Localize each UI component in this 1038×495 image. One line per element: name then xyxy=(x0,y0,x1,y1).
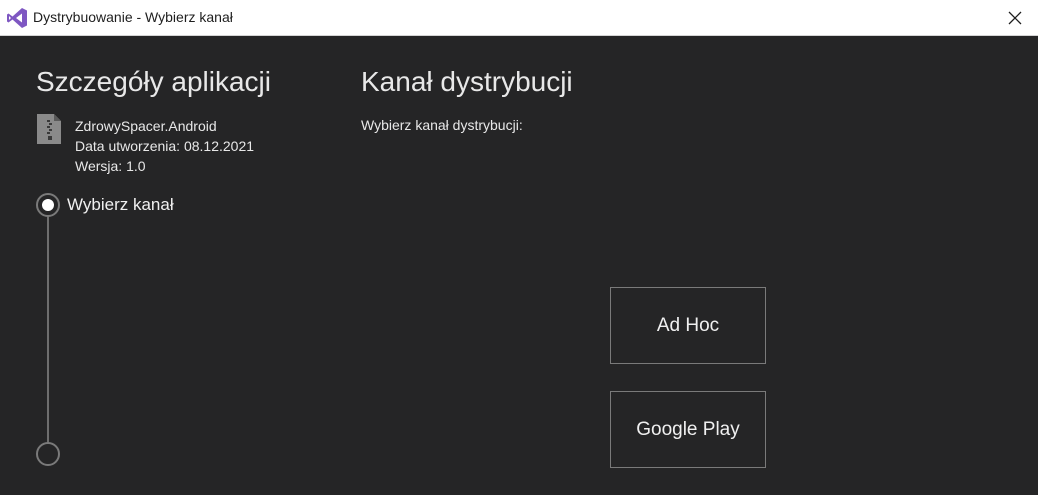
window-title: Dystrybuowanie - Wybierz kanał xyxy=(33,9,233,25)
step-indicator-pending xyxy=(36,442,60,466)
distribute-dialog: Dystrybuowanie - Wybierz kanał Szczegóły… xyxy=(0,0,1038,495)
zip-file-icon xyxy=(37,114,61,144)
step-indicator-active xyxy=(36,193,60,217)
channel-prompt: Wybierz kanał dystrybucji: xyxy=(361,117,523,133)
google-play-button[interactable]: Google Play xyxy=(610,391,766,468)
step-active-dot xyxy=(42,199,54,211)
distribution-channel-heading: Kanał dystrybucji xyxy=(361,66,573,97)
app-name: ZdrowySpacer.Android xyxy=(75,118,217,134)
visual-studio-icon xyxy=(7,8,27,28)
close-button[interactable] xyxy=(992,0,1038,35)
app-info: ZdrowySpacer.Android Data utworzenia: 08… xyxy=(75,116,254,176)
ad-hoc-button[interactable]: Ad Hoc xyxy=(610,287,766,364)
app-details-heading: Szczegóły aplikacji xyxy=(36,66,271,97)
app-created-date: Data utworzenia: 08.12.2021 xyxy=(75,138,255,154)
step-label-choose-channel: Wybierz kanał xyxy=(67,195,174,214)
step-connector xyxy=(47,215,49,443)
close-icon xyxy=(1008,11,1022,24)
app-version: Wersja: 1.0 xyxy=(75,158,146,174)
title-bar: Dystrybuowanie - Wybierz kanał xyxy=(0,0,1038,36)
